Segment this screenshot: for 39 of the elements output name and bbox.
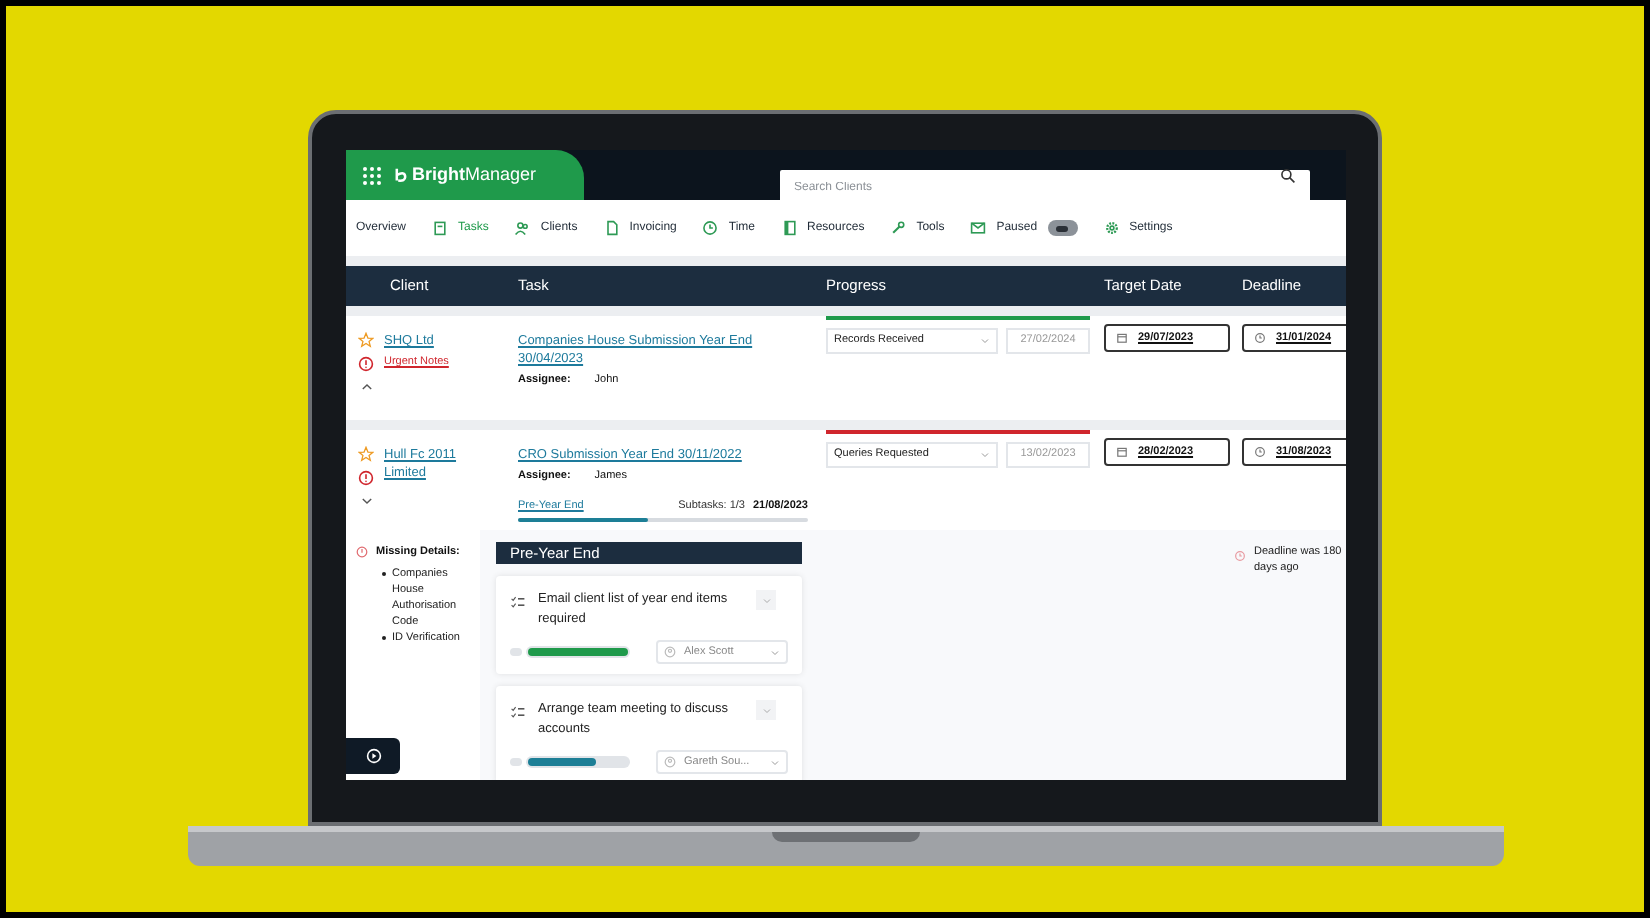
caret-down-icon[interactable]	[359, 494, 373, 508]
caret-down-icon	[770, 647, 780, 658]
gear-icon	[1103, 220, 1120, 236]
user-icon	[664, 756, 676, 769]
app-grid-icon	[362, 165, 382, 185]
wrench-icon	[890, 220, 907, 236]
caret-up-icon[interactable]	[359, 380, 373, 394]
user-icon	[664, 646, 676, 659]
alert-icon	[356, 546, 368, 558]
progress-start-pill	[510, 648, 522, 657]
clock-icon	[1234, 550, 1246, 562]
star-icon	[358, 446, 374, 462]
star-icon	[358, 332, 374, 348]
calendar-icon	[1116, 446, 1128, 458]
logo-mark-icon	[394, 166, 408, 184]
alert-icon	[358, 356, 374, 372]
calendar-icon	[1116, 332, 1128, 344]
checklist-icon	[510, 594, 526, 611]
caret-down-icon	[980, 336, 990, 346]
book-icon	[781, 220, 798, 236]
alert-icon	[358, 470, 374, 486]
caret-down-icon	[980, 450, 990, 460]
play-circle-icon	[365, 748, 381, 764]
clock-icon	[1254, 332, 1266, 344]
search-icon	[1280, 167, 1296, 183]
document-icon	[603, 220, 620, 236]
logo-text: BrightManager	[412, 166, 537, 184]
clock-icon	[1254, 446, 1266, 458]
clock-icon	[702, 220, 719, 236]
caret-down-icon	[761, 595, 771, 606]
caret-down-icon	[770, 757, 780, 768]
checklist-icon	[510, 704, 526, 721]
people-icon	[514, 220, 531, 236]
envelope-icon	[970, 220, 987, 236]
progress-start-pill	[510, 758, 522, 767]
play-button[interactable]	[346, 738, 400, 774]
toggle-pill[interactable]	[1047, 220, 1078, 236]
caret-down-icon	[761, 705, 771, 716]
clipboard-icon	[432, 220, 449, 236]
